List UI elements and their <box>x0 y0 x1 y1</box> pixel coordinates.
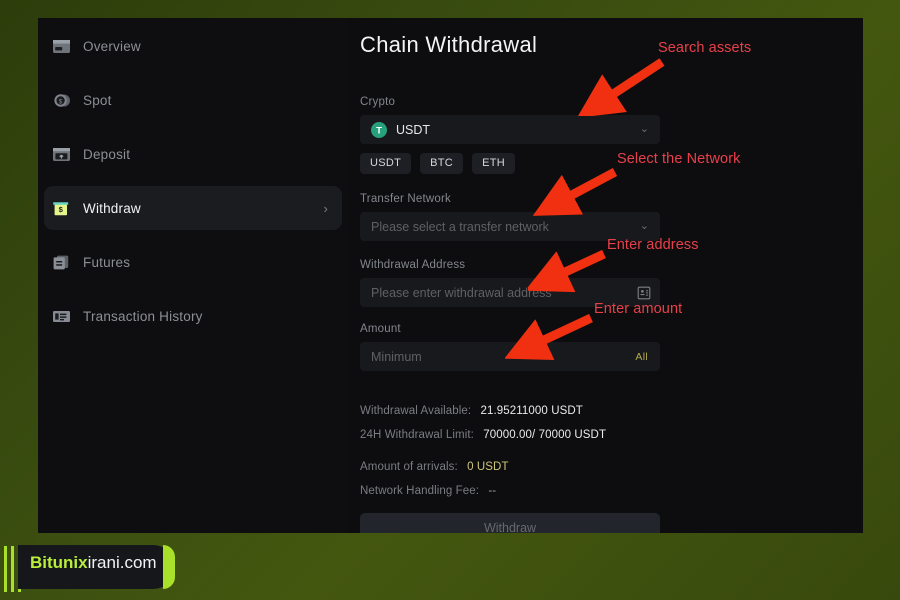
amount-placeholder: Minimum <box>371 349 422 364</box>
crypto-select[interactable]: T USDT ⌄ <box>360 115 660 144</box>
chevron-right-icon: › <box>323 200 328 216</box>
withdrawal-address-placeholder: Please enter withdrawal address <box>371 285 552 300</box>
annotation-label-search-assets: Search assets <box>658 40 752 56</box>
sidebar-item-label: Spot <box>83 92 112 108</box>
info-row-amount-of-arrivals: Amount of arrivals: 0 USDT <box>360 461 863 473</box>
page-title: Chain Withdrawal <box>360 32 538 57</box>
address-book-icon[interactable] <box>637 286 651 300</box>
withdrawal-info-block: Withdrawal Available: 21.95211000 USDT 2… <box>360 405 863 441</box>
annotation-label-enter-address: Enter address <box>607 237 699 253</box>
watermark-logo: Bitunixirani.com <box>0 542 180 594</box>
amount-label: Amount <box>360 323 401 335</box>
info-value: 70000.00/ 70000 USDT <box>483 429 607 441</box>
sidebar-item-label: Overview <box>83 38 141 54</box>
sidebar-item-spot[interactable]: $ Spot <box>44 78 342 122</box>
crypto-chip-eth[interactable]: ETH <box>472 153 515 174</box>
watermark-domain: irani.com <box>87 553 157 572</box>
chevron-down-icon: ⌄ <box>639 220 649 232</box>
withdrawal-address-label: Withdrawal Address <box>360 259 466 271</box>
deposit-card-icon <box>52 146 73 163</box>
amount-all-button[interactable]: All <box>635 351 648 363</box>
info-value: 0 USDT <box>467 461 509 473</box>
sidebar: Overview $ Spot Deposit $ Withdraw › Fut… <box>38 18 348 533</box>
crypto-quick-chips: USDT BTC ETH <box>360 153 863 174</box>
withdraw-cash-icon: $ <box>52 200 73 217</box>
sidebar-item-deposit[interactable]: Deposit <box>44 132 342 176</box>
app-window: Overview $ Spot Deposit $ Withdraw › Fut… <box>38 18 863 533</box>
svg-text:T: T <box>376 125 382 136</box>
crypto-selected-value: USDT <box>396 122 431 137</box>
sidebar-item-label: Transaction History <box>83 308 203 324</box>
info-key: 24H Withdrawal Limit: <box>360 429 474 441</box>
card-overview-icon <box>52 38 73 55</box>
coins-icon: $ <box>52 92 73 109</box>
info-value: 21.95211000 USDT <box>480 405 583 417</box>
info-key: Withdrawal Available: <box>360 405 472 417</box>
crypto-label: Crypto <box>360 96 396 108</box>
sidebar-item-label: Withdraw <box>83 200 141 216</box>
info-row-24h-limit: 24H Withdrawal Limit: 70000.00/ 70000 US… <box>360 429 863 441</box>
sidebar-item-withdraw[interactable]: $ Withdraw › <box>44 186 342 230</box>
withdrawal-form-pane: Chain Withdrawal Crypto T USDT ⌄ USDT BT… <box>348 18 863 533</box>
watermark-accent-shape <box>163 545 175 589</box>
svg-text:$: $ <box>59 205 64 214</box>
info-row-withdrawal-available: Withdrawal Available: 21.95211000 USDT <box>360 405 863 417</box>
info-key: Network Handling Fee: <box>360 485 480 497</box>
svg-text:$: $ <box>59 98 63 105</box>
futures-docs-icon <box>52 254 73 271</box>
sidebar-item-futures[interactable]: Futures <box>44 240 342 284</box>
info-row-network-handling-fee: Network Handling Fee: -- <box>360 485 863 497</box>
transfer-network-label: Transfer Network <box>360 193 451 205</box>
annotation-label-select-network: Select the Network <box>617 151 741 167</box>
usdt-token-icon: T <box>371 121 387 138</box>
sidebar-item-label: Futures <box>83 254 131 270</box>
watermark-brand: Bitunix <box>30 553 88 572</box>
history-list-icon <box>52 308 73 325</box>
sidebar-item-label: Deposit <box>83 146 131 162</box>
chevron-down-icon: ⌄ <box>639 123 649 135</box>
watermark-text: Bitunixirani.com <box>30 553 157 573</box>
crypto-chip-btc[interactable]: BTC <box>420 153 464 174</box>
arrival-info-block: Amount of arrivals: 0 USDT Network Handl… <box>360 461 863 497</box>
crypto-chip-usdt[interactable]: USDT <box>360 153 412 174</box>
annotation-label-enter-amount: Enter amount <box>594 301 683 317</box>
amount-input[interactable]: Minimum All <box>360 342 660 371</box>
info-value: -- <box>488 485 497 497</box>
sidebar-item-transaction-history[interactable]: Transaction History <box>44 294 342 338</box>
withdraw-submit-button[interactable]: Withdraw <box>360 513 660 533</box>
info-key: Amount of arrivals: <box>360 461 458 473</box>
transfer-network-placeholder: Please select a transfer network <box>371 219 549 234</box>
sidebar-item-overview[interactable]: Overview <box>44 24 342 68</box>
